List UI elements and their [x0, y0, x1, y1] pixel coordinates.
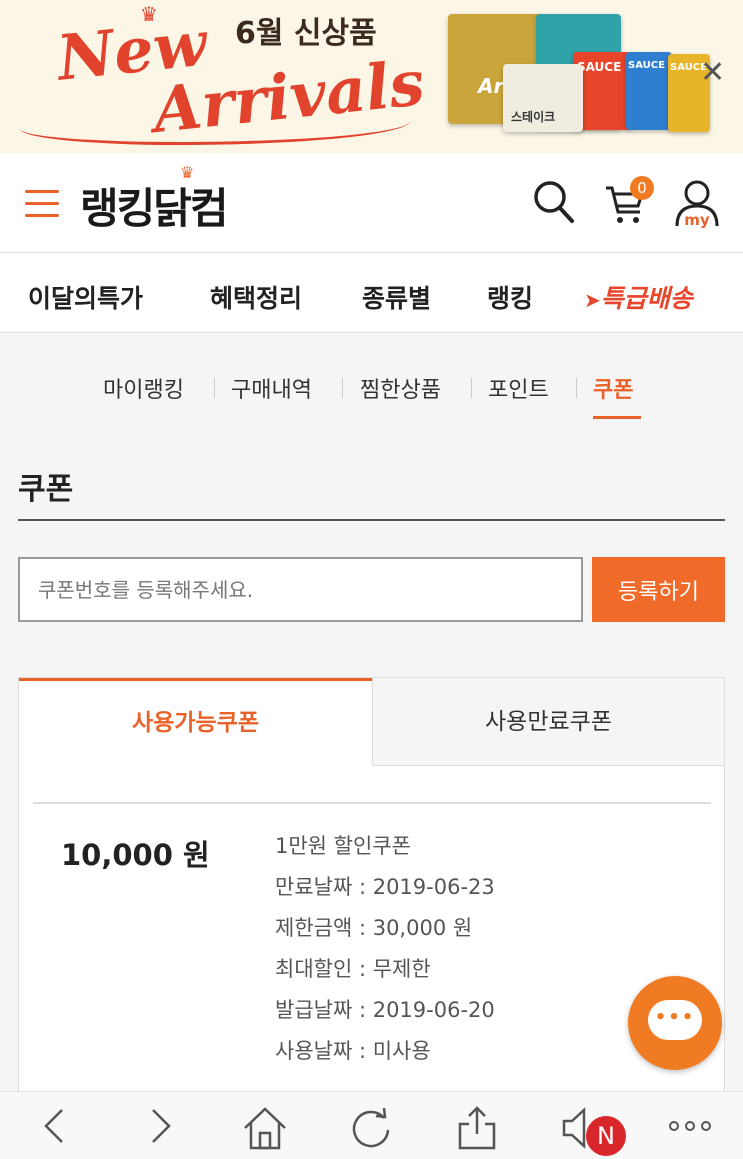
coupon-min-amount: 제한금액 : 30,000 원: [275, 916, 473, 940]
coupon-expiry: 만료날짜 : 2019-06-23: [275, 875, 495, 899]
banner-product-images: Arr SAUCE SAUCE SAUCE 스테이크: [448, 14, 713, 134]
mypage-content: 마이랭킹 구매내역 찜한상품 포인트 쿠폰 쿠폰 등록하기 사용가능쿠폰 사용만…: [0, 334, 743, 1097]
banner-swirl: [20, 105, 410, 145]
coupon-code-input[interactable]: [18, 557, 583, 622]
logo-crown-icon: ♛: [180, 163, 194, 182]
express-car-icon: ➤: [584, 288, 601, 312]
coupon-tabs-panel: 사용가능쿠폰 사용만료쿠폰 10,000 원 1만원 할인쿠폰 만료날짜 : 2…: [18, 677, 725, 1097]
svg-text:my: my: [684, 211, 710, 228]
back-arrow-icon[interactable]: [40, 1106, 70, 1150]
product-package: SAUCE: [626, 52, 672, 130]
close-icon[interactable]: ✕: [700, 55, 725, 90]
coupon-name: 1만원 할인쿠폰: [275, 834, 411, 858]
site-header: 랭킹닭컴 ♛ 0 my: [0, 153, 743, 253]
subnav-orders[interactable]: 구매내역: [231, 372, 312, 404]
coupon-used-date: 사용날짜 : 미사용: [275, 1039, 431, 1063]
coupon-max-discount: 최대할인 : 무제한: [275, 957, 431, 981]
main-nav: 이달의특가 혜택정리 종류별 랭킹 ➤특급배송: [0, 253, 743, 333]
cart-count-badge: 0: [630, 176, 654, 200]
coupon-issued-date: 발급날짜 : 2019-06-20: [275, 998, 495, 1022]
register-coupon-button[interactable]: 등록하기: [592, 557, 725, 622]
subnav-active-underline: [593, 416, 641, 419]
nav-item-ranking[interactable]: 랭킹: [487, 279, 533, 315]
subnav-my-ranking[interactable]: 마이랭킹: [103, 372, 184, 404]
chat-bubble-icon: •••: [648, 1000, 702, 1040]
tab-available-coupons[interactable]: 사용가능쿠폰: [19, 678, 372, 766]
nav-item-express-delivery[interactable]: ➤특급배송: [584, 279, 693, 315]
subnav-points[interactable]: 포인트: [488, 372, 549, 404]
chat-button[interactable]: •••: [628, 976, 722, 1070]
my-account-icon[interactable]: my: [674, 178, 720, 232]
banner-promo-text: 6월 신상품: [235, 16, 377, 51]
cart-icon[interactable]: 0: [604, 176, 654, 230]
home-icon[interactable]: [242, 1106, 288, 1154]
divider: [33, 802, 711, 804]
forward-arrow-icon[interactable]: [145, 1106, 175, 1150]
tab-expired-coupons[interactable]: 사용만료쿠폰: [372, 678, 724, 766]
site-logo[interactable]: 랭킹닭컴 ♛: [80, 163, 229, 236]
promo-banner[interactable]: ♛ New Arrivals 6월 신상품 Arr SAUCE SAUCE SA…: [0, 0, 743, 153]
mypage-subnav: 마이랭킹 구매내역 찜한상품 포인트 쿠폰: [0, 372, 743, 419]
divider: [18, 519, 725, 521]
browser-toolbar: [0, 1091, 743, 1159]
nav-item-monthly-deal[interactable]: 이달의특가: [28, 279, 143, 315]
share-icon[interactable]: [455, 1106, 499, 1154]
product-package: 스테이크: [503, 64, 583, 132]
subnav-wishlist[interactable]: 찜한상품: [360, 372, 441, 404]
search-icon[interactable]: [532, 178, 576, 230]
coupon-details: 1만원 할인쿠폰 만료날짜 : 2019-06-23 제한금액 : 30,000…: [275, 830, 495, 1076]
hamburger-menu-icon[interactable]: [25, 190, 59, 218]
notification-badge: N: [586, 1116, 626, 1156]
page-title: 쿠폰: [18, 472, 74, 507]
nav-item-benefits[interactable]: 혜택정리: [210, 279, 302, 315]
refresh-icon[interactable]: [348, 1106, 394, 1154]
coupon-amount: 10,000 원: [61, 838, 210, 872]
nav-item-category[interactable]: 종류별: [362, 279, 431, 315]
more-options-icon[interactable]: [668, 1118, 712, 1137]
subnav-coupons[interactable]: 쿠폰: [593, 372, 633, 404]
